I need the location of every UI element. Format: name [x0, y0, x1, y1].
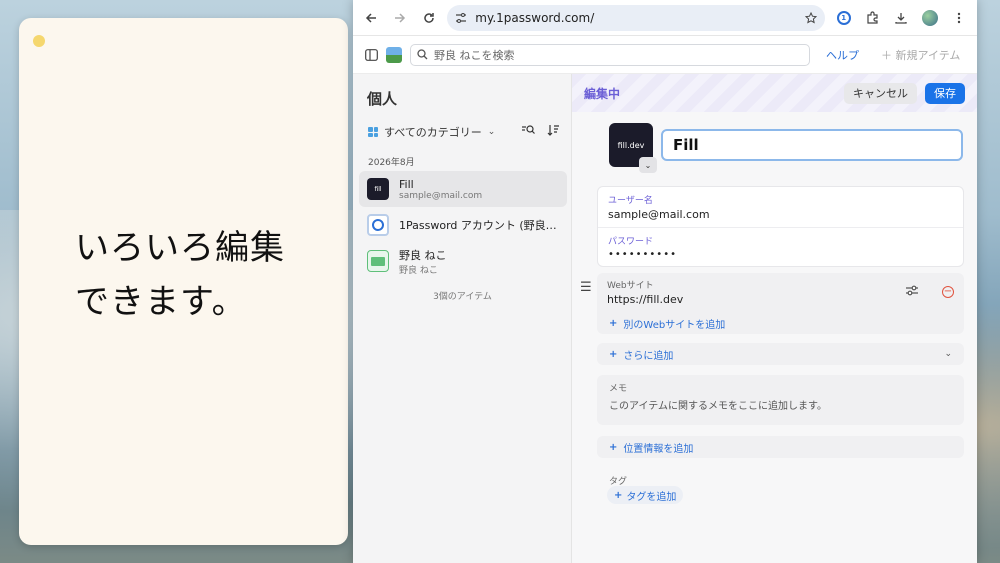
- add-location-button[interactable]: + 位置情報を追加: [597, 436, 964, 458]
- item-title: 野良 ねこ: [399, 248, 447, 262]
- editor-header: 編集中 キャンセル 保存: [572, 74, 977, 112]
- download-icon[interactable]: [891, 7, 912, 29]
- onepassword-logo-icon: [367, 214, 389, 236]
- add-more-label: さらに追加: [623, 350, 674, 362]
- category-label: すべてのカテゴリー: [384, 126, 482, 139]
- plus-icon: +: [609, 317, 618, 329]
- item-icon[interactable]: fill.dev ⌄: [609, 123, 657, 173]
- categories-grid-icon: [368, 127, 378, 137]
- search-placeholder: 野良 ねこを検索: [434, 48, 515, 62]
- plus-icon: ＋: [881, 48, 896, 62]
- memo-placeholder[interactable]: このアイテムに関するメモをここに追加します。: [609, 397, 952, 412]
- filter-search-icon[interactable]: [522, 124, 535, 136]
- item-list: fill Fill sample@mail.com 1Password アカウン…: [359, 171, 567, 279]
- add-more-button[interactable]: + さらに追加 ⌄: [597, 343, 964, 365]
- help-link[interactable]: ヘルプ: [826, 47, 859, 63]
- login-fields-card: ユーザー名 sample@mail.com パスワード ••••••••••: [597, 186, 964, 267]
- website-card: Webサイト https://fill.dev − + 別のWebサイトを追加: [597, 273, 964, 334]
- extensions-puzzle-icon[interactable]: [862, 7, 883, 29]
- profile-avatar[interactable]: [920, 7, 941, 29]
- plus-icon: +: [614, 489, 623, 501]
- list-tools: [522, 124, 559, 136]
- app-header: 野良 ねこを検索 ヘルプ ＋ 新規アイテム: [353, 36, 977, 74]
- chevron-down-icon: ⌄: [944, 349, 952, 359]
- website-label: Webサイト: [607, 281, 654, 291]
- website-field[interactable]: Webサイト https://fill.dev −: [597, 273, 964, 312]
- cancel-button[interactable]: キャンセル: [844, 82, 917, 104]
- memo-label: メモ: [609, 384, 628, 394]
- category-filter[interactable]: すべてのカテゴリー ⌄: [368, 124, 495, 140]
- username-field[interactable]: ユーザー名 sample@mail.com: [598, 187, 963, 227]
- plus-icon: +: [609, 441, 618, 453]
- add-tag-label: タグを追加: [626, 491, 677, 503]
- memo-field[interactable]: メモ このアイテムに関するメモをここに追加します。: [597, 375, 964, 425]
- password-field[interactable]: パスワード ••••••••••: [598, 227, 963, 266]
- sort-icon[interactable]: [547, 124, 559, 136]
- fill-logo-icon: fill: [367, 178, 389, 200]
- remove-icon[interactable]: −: [942, 286, 954, 298]
- search-input[interactable]: 野良 ねこを検索: [410, 43, 810, 66]
- editing-title: 編集中: [584, 86, 621, 101]
- item-title: 1Password アカウント (野良 ね...: [399, 219, 559, 232]
- address-bar[interactable]: my.1password.com/: [447, 4, 826, 31]
- month-header: 2026年8月: [368, 158, 415, 168]
- sidebar-toggle-icon[interactable]: [365, 48, 378, 61]
- item-subtitle: 野良 ねこ: [399, 265, 438, 276]
- item-list-sidebar: 個人 すべてのカテゴリー ⌄ 2026年8月 fill Fill sample@…: [353, 74, 572, 563]
- list-item[interactable]: 1Password アカウント (野良 ね...: [359, 207, 567, 243]
- website-value[interactable]: https://fill.dev: [607, 293, 906, 306]
- browser-window: my.1password.com/ 1 野良 ねこを検索 ヘルプ ＋ 新規アイテ…: [353, 0, 977, 563]
- list-item[interactable]: fill Fill sample@mail.com: [359, 171, 567, 207]
- password-value[interactable]: ••••••••••: [608, 249, 953, 260]
- chevron-down-icon[interactable]: ⌄: [639, 157, 657, 173]
- title-row: fill.dev ⌄ Fill: [609, 123, 963, 173]
- item-title: Fill: [399, 177, 414, 191]
- back-icon[interactable]: [361, 7, 382, 29]
- plus-icon: +: [609, 348, 618, 360]
- reload-icon[interactable]: [419, 7, 440, 29]
- username-value[interactable]: sample@mail.com: [608, 208, 953, 221]
- item-subtitle: sample@mail.com: [399, 190, 483, 201]
- add-location-label: 位置情報を追加: [623, 443, 694, 455]
- url-text[interactable]: my.1password.com/: [475, 11, 797, 25]
- vault-title: 個人: [367, 90, 398, 108]
- add-tag-button[interactable]: + タグを追加: [607, 486, 684, 504]
- bookmark-star-icon[interactable]: [805, 11, 818, 24]
- username-label: ユーザー名: [608, 196, 653, 206]
- browser-menu-icon[interactable]: [948, 7, 969, 29]
- add-website-button[interactable]: + 別のWebサイトを追加: [597, 312, 964, 334]
- save-button[interactable]: 保存: [925, 82, 965, 104]
- forward-icon[interactable]: [390, 7, 411, 29]
- id-card-icon: [367, 250, 389, 272]
- title-field[interactable]: Fill: [661, 129, 963, 161]
- item-editor: 編集中 キャンセル 保存 fill.dev ⌄ Fill ユーザー名 sampl…: [572, 74, 977, 563]
- sticky-note: いろいろ編集 できます。: [19, 18, 348, 545]
- list-item[interactable]: 野良 ねこ 野良 ねこ: [359, 243, 567, 279]
- add-website-label: 別のWebサイトを追加: [623, 319, 726, 331]
- new-item-button[interactable]: ＋ 新規アイテム: [881, 47, 960, 63]
- new-item-label: 新規アイテム: [895, 48, 961, 62]
- note-dot-icon[interactable]: [33, 35, 45, 47]
- note-text: いろいろ編集 できます。: [75, 228, 285, 322]
- password-label: パスワード: [608, 237, 654, 247]
- onepassword-extension-icon[interactable]: 1: [833, 7, 854, 29]
- item-count: 3個のアイテム: [433, 292, 492, 302]
- site-settings-icon[interactable]: [455, 12, 467, 24]
- autofill-settings-icon[interactable]: [906, 285, 918, 299]
- item-icon-label: fill.dev: [617, 140, 645, 150]
- vault-avatar-icon[interactable]: [386, 46, 402, 63]
- browser-toolbar: my.1password.com/ 1: [353, 0, 977, 36]
- search-icon: [417, 49, 428, 60]
- drag-handle-icon[interactable]: ☰: [580, 280, 592, 295]
- chevron-down-icon: ⌄: [487, 127, 496, 137]
